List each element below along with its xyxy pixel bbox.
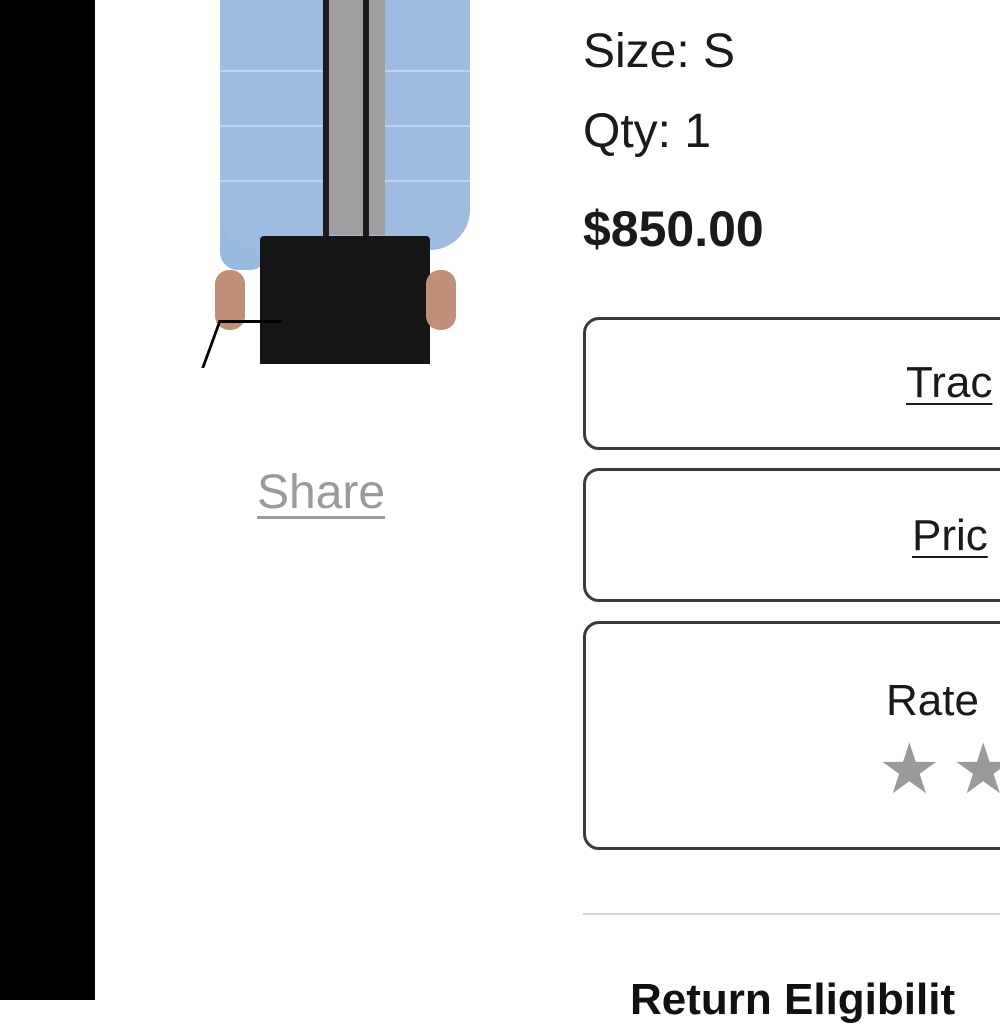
size-text: Size: S	[583, 25, 736, 78]
price-text: $850.00	[583, 201, 764, 257]
star-icon[interactable]: ★	[952, 728, 1000, 810]
price-button-label: Pric	[912, 511, 988, 560]
section-divider	[583, 913, 1000, 915]
left-black-bar	[0, 0, 95, 1000]
rate-label: Rate	[886, 676, 979, 725]
shirt	[325, 0, 385, 235]
jacket-zipper	[363, 0, 369, 238]
product-image[interactable]	[201, 0, 475, 370]
return-eligibility-heading: Return Eligibilit	[630, 975, 956, 1024]
track-package-button[interactable]: Trac	[583, 317, 1000, 450]
jacket-collar-edge	[323, 0, 329, 238]
rating-stars[interactable]: ★ ★	[878, 734, 1000, 804]
qty-text: Qty: 1	[583, 105, 712, 158]
share-link[interactable]: Share	[257, 465, 385, 520]
pants	[260, 236, 430, 364]
price-adjustment-button[interactable]: Pric	[583, 468, 1000, 602]
rate-item-card[interactable]: Rate ★ ★	[583, 621, 1000, 850]
track-button-label: Trac	[906, 358, 993, 407]
hand-right	[426, 270, 456, 330]
star-icon[interactable]: ★	[878, 728, 941, 810]
product-title-partial: ...	[583, 0, 1000, 8]
